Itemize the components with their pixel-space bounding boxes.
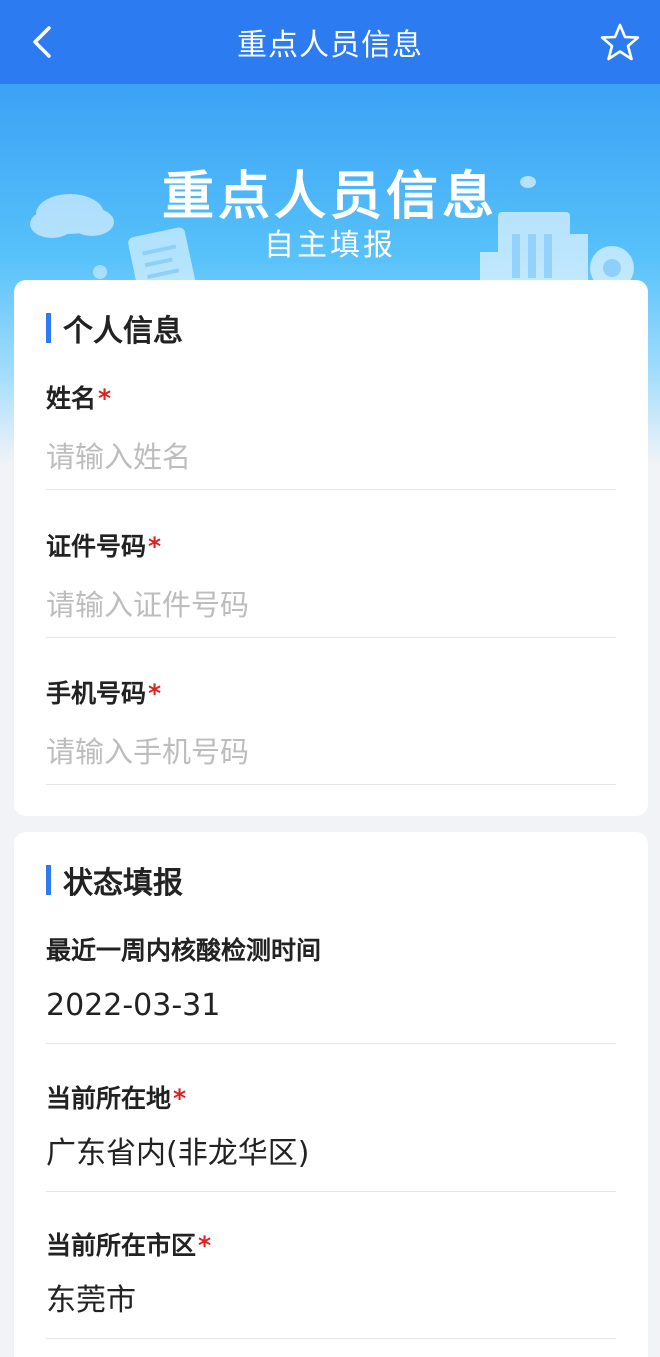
phone-input[interactable] (46, 729, 616, 785)
field-label: 手机号码* (46, 677, 616, 711)
current-location-field[interactable]: 当前所在地* 广东省内(非龙华区) (46, 1082, 616, 1192)
field-label-text: 证件号码 (46, 532, 147, 561)
test-date-field[interactable]: 最近一周内核酸检测时间 2022-03-31 (46, 934, 616, 1044)
required-mark: * (173, 1084, 187, 1113)
current-city-select[interactable]: 东莞市 (46, 1279, 616, 1339)
section-header: 个人信息 (46, 310, 183, 349)
field-label: 姓名* (46, 382, 616, 416)
section-accent-bar (46, 313, 51, 343)
field-label: 当前所在地* (46, 1082, 616, 1116)
field-label-text: 手机号码 (46, 679, 147, 708)
page-title: 重点人员信息 (237, 28, 423, 63)
name-input[interactable] (46, 434, 616, 490)
field-label-text: 当前所在市区 (46, 1231, 197, 1260)
section-title: 状态填报 (63, 866, 183, 901)
status-report-card: 状态填报 最近一周内核酸检测时间 2022-03-31 当前所在地* 广东省内(… (14, 832, 648, 1357)
required-mark: * (148, 532, 162, 561)
field-label-text: 最近一周内核酸检测时间 (46, 936, 322, 965)
banner-subtitle: 自主填报 (264, 228, 396, 263)
field-label-text: 当前所在地 (46, 1084, 172, 1113)
current-city-field[interactable]: 当前所在市区* 东莞市 (46, 1229, 616, 1339)
section-header: 状态填报 (46, 862, 183, 901)
personal-info-card: 个人信息 姓名* 证件号码* 手机号码* (14, 280, 648, 816)
field-label: 最近一周内核酸检测时间 (46, 934, 616, 968)
back-button[interactable] (22, 22, 62, 62)
star-outline-icon (600, 23, 640, 61)
test-date-value[interactable]: 2022-03-31 (46, 984, 616, 1044)
required-mark: * (198, 1231, 212, 1260)
section-accent-bar (46, 865, 51, 895)
field-label-text: 姓名 (46, 384, 97, 413)
id-number-input[interactable] (46, 582, 616, 638)
section-title: 个人信息 (63, 314, 183, 349)
favorite-button[interactable] (598, 20, 642, 64)
chevron-left-icon (33, 26, 51, 58)
field-label: 当前所在市区* (46, 1229, 616, 1263)
required-mark: * (98, 384, 112, 413)
current-location-select[interactable]: 广东省内(非龙华区) (46, 1132, 616, 1192)
phone-field: 手机号码* (46, 677, 616, 785)
field-label: 证件号码* (46, 530, 616, 564)
required-mark: * (148, 679, 162, 708)
nav-bar: 重点人员信息 (0, 0, 660, 84)
id-number-field: 证件号码* (46, 530, 616, 638)
name-field: 姓名* (46, 382, 616, 490)
banner-title: 重点人员信息 (161, 167, 498, 227)
